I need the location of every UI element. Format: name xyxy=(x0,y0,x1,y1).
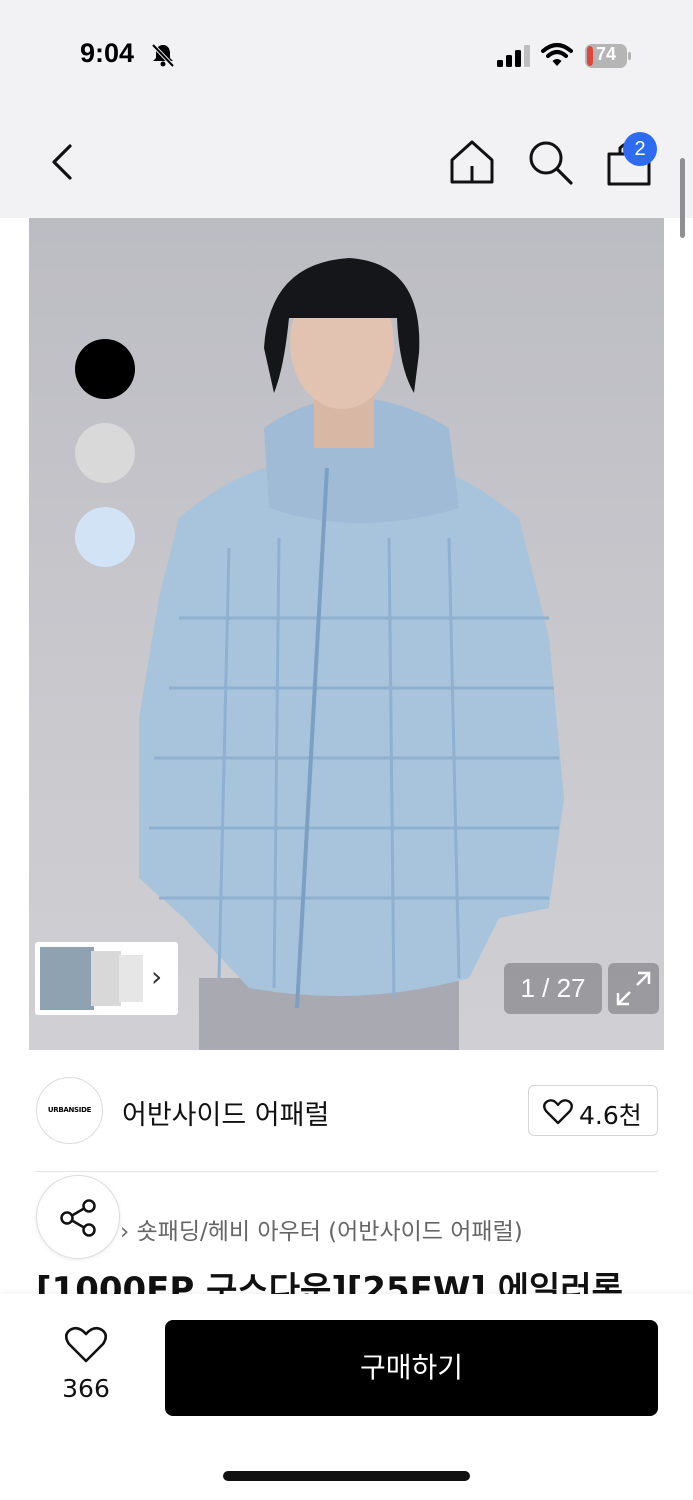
category-breadcrumb[interactable]: › 숏패딩/헤비 아우터 (어반사이드 어패럴) xyxy=(120,1212,523,1246)
expand-icon[interactable] xyxy=(608,963,659,1014)
back-button[interactable] xyxy=(40,140,84,184)
product-image[interactable] xyxy=(29,218,664,1050)
battery-level: 74 xyxy=(595,44,617,64)
brand-logo-text: URBANSIDE xyxy=(47,1106,92,1114)
cellular-signal-icon xyxy=(497,45,530,67)
product-title: [1000FP 구스다운][25FW] 에일러론 xyxy=(36,1270,623,1298)
divider xyxy=(35,1171,658,1172)
color-swatch-black[interactable] xyxy=(75,339,135,399)
bell-muted-icon xyxy=(151,43,175,68)
home-icon[interactable] xyxy=(446,136,498,188)
wishlist-button[interactable]: 366 xyxy=(40,1322,132,1410)
brand-name[interactable]: 어반사이드 어패럴 xyxy=(122,1093,329,1132)
color-swatch-gray[interactable] xyxy=(75,423,135,483)
wishlist-count: 366 xyxy=(62,1374,110,1403)
model-photo xyxy=(139,258,564,1050)
home-indicator xyxy=(223,1471,470,1481)
image-page-counter: 1 / 27 xyxy=(504,963,602,1014)
chevron-right-icon: › xyxy=(151,960,163,993)
brand-like-count: 4.6천 xyxy=(579,1101,642,1130)
share-icon xyxy=(60,1199,96,1237)
app-header xyxy=(0,112,693,218)
thumbnail-2[interactable] xyxy=(91,951,121,1006)
status-time: 9:04 xyxy=(80,38,135,68)
thumbnail-1[interactable] xyxy=(40,947,94,1010)
scroll-indicator xyxy=(680,158,685,238)
brand-like-button[interactable]: 4.6천 xyxy=(528,1085,658,1136)
brand-logo[interactable]: URBANSIDE xyxy=(36,1077,103,1144)
wifi-icon xyxy=(541,43,573,66)
buy-button[interactable]: 구매하기 xyxy=(165,1320,658,1416)
share-button[interactable] xyxy=(36,1175,120,1259)
thumbnail-3[interactable] xyxy=(119,955,143,1002)
search-icon[interactable] xyxy=(524,136,576,188)
thumbnail-strip[interactable]: › xyxy=(35,942,178,1015)
heart-icon xyxy=(65,1326,107,1363)
heart-icon xyxy=(543,1099,573,1125)
color-swatch-lightblue[interactable] xyxy=(75,507,135,567)
cart-count-badge: 2 xyxy=(623,132,657,166)
